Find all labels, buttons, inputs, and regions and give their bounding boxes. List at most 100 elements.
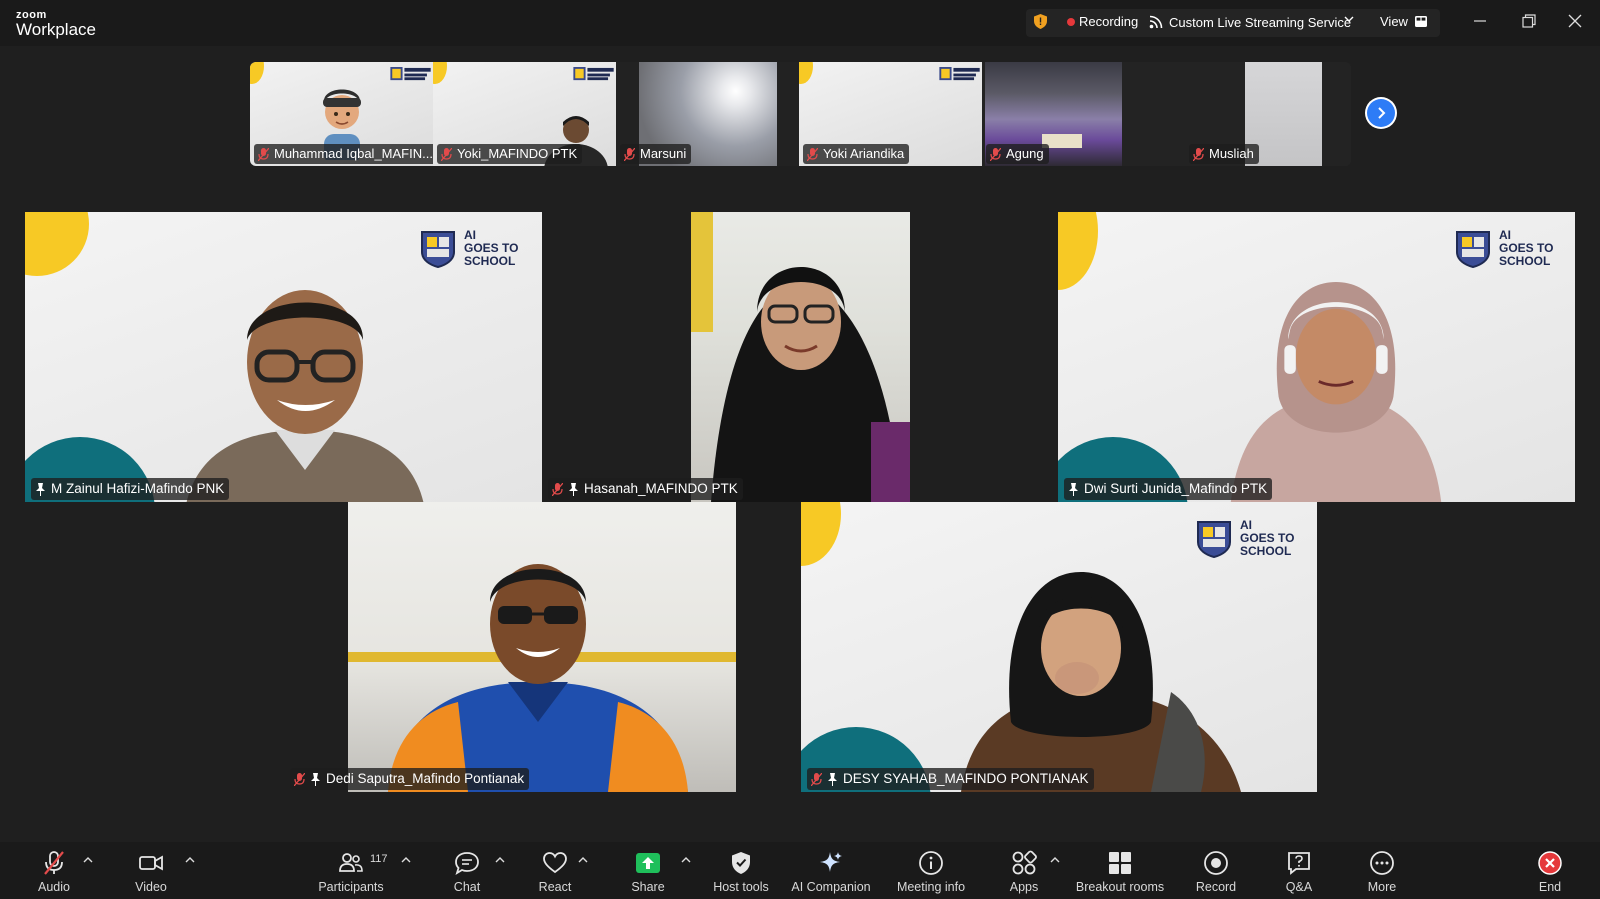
badge-line: AI <box>464 227 476 242</box>
badge-line: GOES TO <box>464 240 519 255</box>
share-screen-icon <box>636 853 660 873</box>
end-label: End <box>1538 880 1562 894</box>
slide-logo <box>939 67 980 81</box>
security-shield-icon[interactable] <box>1034 14 1047 29</box>
record-button[interactable]: Record <box>1194 850 1238 894</box>
muted-mic-icon <box>258 147 269 161</box>
host-tools-button[interactable]: Host tools <box>709 850 773 894</box>
video-tile[interactable]: AI GOES TO SCHOOL Dwi Surti Junida_Mafindo… <box>1058 212 1575 502</box>
restore-window-icon[interactable] <box>1522 14 1536 28</box>
participant-count-badge: 117 <box>370 853 388 865</box>
muted-mic-icon <box>807 147 818 161</box>
slide-decoration <box>433 62 447 84</box>
ai-companion-button[interactable]: AI Companion <box>787 850 875 894</box>
more-button[interactable]: More <box>1362 850 1402 894</box>
breakout-rooms-button[interactable]: Breakout rooms <box>1074 850 1166 894</box>
filmstrip-tile[interactable]: Yoki_MAFINDO PTK <box>433 62 616 166</box>
participant-video <box>1230 282 1442 502</box>
participant-video <box>961 572 1241 792</box>
question-answer-icon <box>1288 852 1310 875</box>
video-tile[interactable]: AI GOES TO SCHOOL M Zainul Hafizi-Mafindo … <box>25 212 542 502</box>
video-tile[interactable]: AI GOES TO SCHOOL DESY SYAHAB_MAFINDO PONT… <box>801 502 1317 792</box>
participant-name: Dwi Surti Junida_Mafindo PTK <box>1084 481 1268 496</box>
participant-video <box>711 267 910 502</box>
ai-goes-to-school-logo: AI GOES TO SCHOOL <box>1194 518 1294 558</box>
audio-button[interactable]: Audio <box>34 850 74 894</box>
participant-name: Yoki Ariandika <box>823 146 905 161</box>
badge-line: AI <box>1499 227 1511 242</box>
apps-icon <box>1012 850 1037 875</box>
end-meeting-button[interactable]: End <box>1530 850 1570 894</box>
pin-icon <box>569 482 578 496</box>
qa-label: Q&A <box>1285 880 1313 894</box>
badge-line: SCHOOL <box>1499 253 1551 268</box>
video-button[interactable]: Video <box>131 850 171 894</box>
filmstrip-tile[interactable]: Marsuni <box>616 62 799 166</box>
share-button[interactable]: Share <box>626 850 670 894</box>
participant-name-label: Yoki Ariandika <box>803 144 910 164</box>
badge-line: GOES TO <box>1240 530 1295 545</box>
video-options-caret-icon[interactable] <box>185 856 195 864</box>
minimize-icon[interactable] <box>1473 14 1487 28</box>
video-label: Video <box>135 880 167 894</box>
filmstrip-tile[interactable]: Agung <box>982 62 1165 166</box>
host-tools-label: Host tools <box>713 880 769 894</box>
audio-label: Audio <box>38 880 70 894</box>
meeting-info-button[interactable]: Meeting info <box>891 850 971 894</box>
chat-label: Chat <box>453 880 481 894</box>
recording-indicator[interactable]: Recording <box>1079 14 1138 29</box>
sparkle-icon <box>820 852 842 872</box>
participant-name-label: Muhammad Iqbal_MAFIN... <box>254 144 433 164</box>
slide-decoration <box>250 62 264 84</box>
muted-microphone-icon <box>44 851 64 875</box>
chat-options-caret-icon[interactable] <box>495 856 505 864</box>
more-label: More <box>1367 880 1397 894</box>
qa-button[interactable]: Q&A <box>1279 850 1319 894</box>
badge-line: SCHOOL <box>1240 543 1292 558</box>
video-tile[interactable]: Dedi Saputra_Mafindo Pontianak <box>284 502 801 792</box>
live-stream-menu[interactable]: Custom Live Streaming Service <box>1169 15 1351 30</box>
participant-name: Agung <box>1006 146 1044 161</box>
participant-name-label: Agung <box>986 144 1049 164</box>
react-options-caret-icon[interactable] <box>578 856 588 864</box>
slide-logo <box>390 67 431 81</box>
muted-mic-icon <box>552 482 563 496</box>
react-button[interactable]: React <box>535 850 575 894</box>
participant-name: Musliah <box>1209 146 1254 161</box>
filmstrip-tile[interactable]: Muhammad Iqbal_MAFIN... <box>250 62 433 166</box>
view-menu-button[interactable]: View <box>1380 14 1408 29</box>
participants-options-caret-icon[interactable] <box>401 856 411 864</box>
school-crest-icon <box>421 231 455 268</box>
pin-icon <box>828 772 837 786</box>
participant-name-label: DESY SYAHAB_MAFINDO PONTIANAK <box>807 768 1094 790</box>
chevron-right-icon <box>1378 107 1386 119</box>
record-label: Record <box>1195 880 1237 894</box>
slide-logo <box>573 67 614 81</box>
badge-line: GOES TO <box>1499 240 1554 255</box>
audio-options-caret-icon[interactable] <box>83 856 93 864</box>
next-page-button[interactable] <box>1365 97 1397 129</box>
pin-icon <box>36 482 45 496</box>
participant-name-label: Hasanah_MAFINDO PTK <box>548 478 743 500</box>
apps-options-caret-icon[interactable] <box>1050 856 1060 864</box>
apps-button[interactable]: Apps <box>1006 850 1042 894</box>
share-options-caret-icon[interactable] <box>681 856 691 864</box>
filmstrip-tile[interactable]: Yoki Ariandika <box>799 62 982 166</box>
live-stream-icon <box>1149 15 1163 29</box>
chat-icon <box>455 852 479 875</box>
participant-video <box>186 290 424 502</box>
school-crest-icon <box>1197 521 1231 558</box>
video-tile[interactable]: Hasanah_MAFINDO PTK <box>542 212 1058 502</box>
recording-dot-icon <box>1067 18 1075 26</box>
pin-icon <box>311 772 320 786</box>
filmstrip-tile[interactable]: Musliah <box>1165 62 1351 166</box>
muted-mic-icon <box>811 772 822 786</box>
chevron-down-icon[interactable] <box>1344 14 1354 24</box>
muted-mic-icon <box>624 147 635 161</box>
muted-mic-icon <box>990 147 1001 161</box>
participant-name-label: M Zainul Hafizi-Mafindo PNK <box>31 478 230 500</box>
close-icon[interactable] <box>1568 14 1582 28</box>
chat-button[interactable]: Chat <box>447 850 487 894</box>
participant-video <box>388 564 688 792</box>
more-options-icon <box>1370 851 1394 875</box>
